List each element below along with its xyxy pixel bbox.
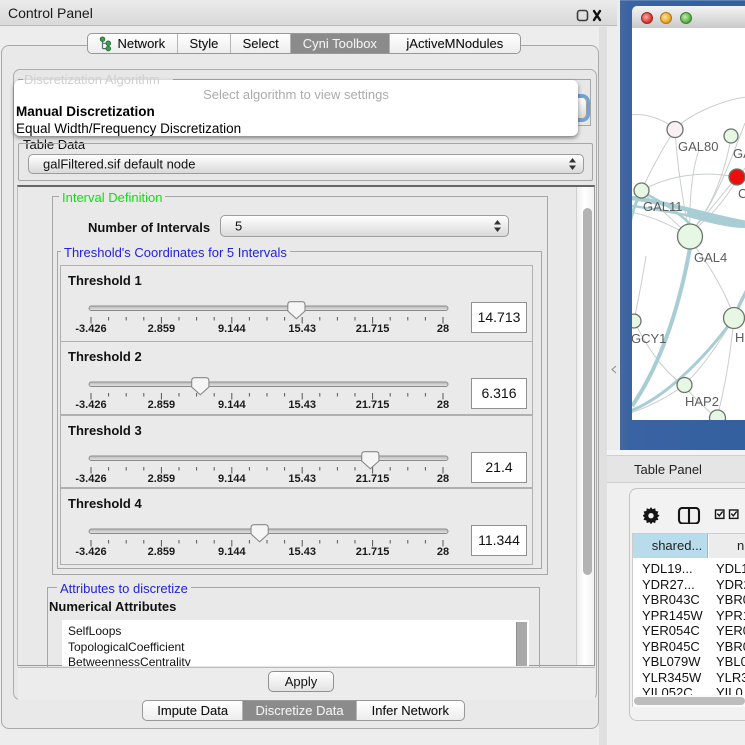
- svg-text:GAL11: GAL11: [643, 199, 683, 214]
- svg-text:C: C: [738, 186, 745, 201]
- svg-text:GA: GA: [733, 146, 745, 161]
- svg-text:HAP2: HAP2: [685, 394, 719, 409]
- svg-text:GAL80: GAL80: [678, 139, 718, 154]
- svg-text:GCY1: GCY1: [632, 331, 666, 346]
- svg-text:H: H: [735, 330, 744, 345]
- svg-text:GAL4: GAL4: [694, 250, 727, 265]
